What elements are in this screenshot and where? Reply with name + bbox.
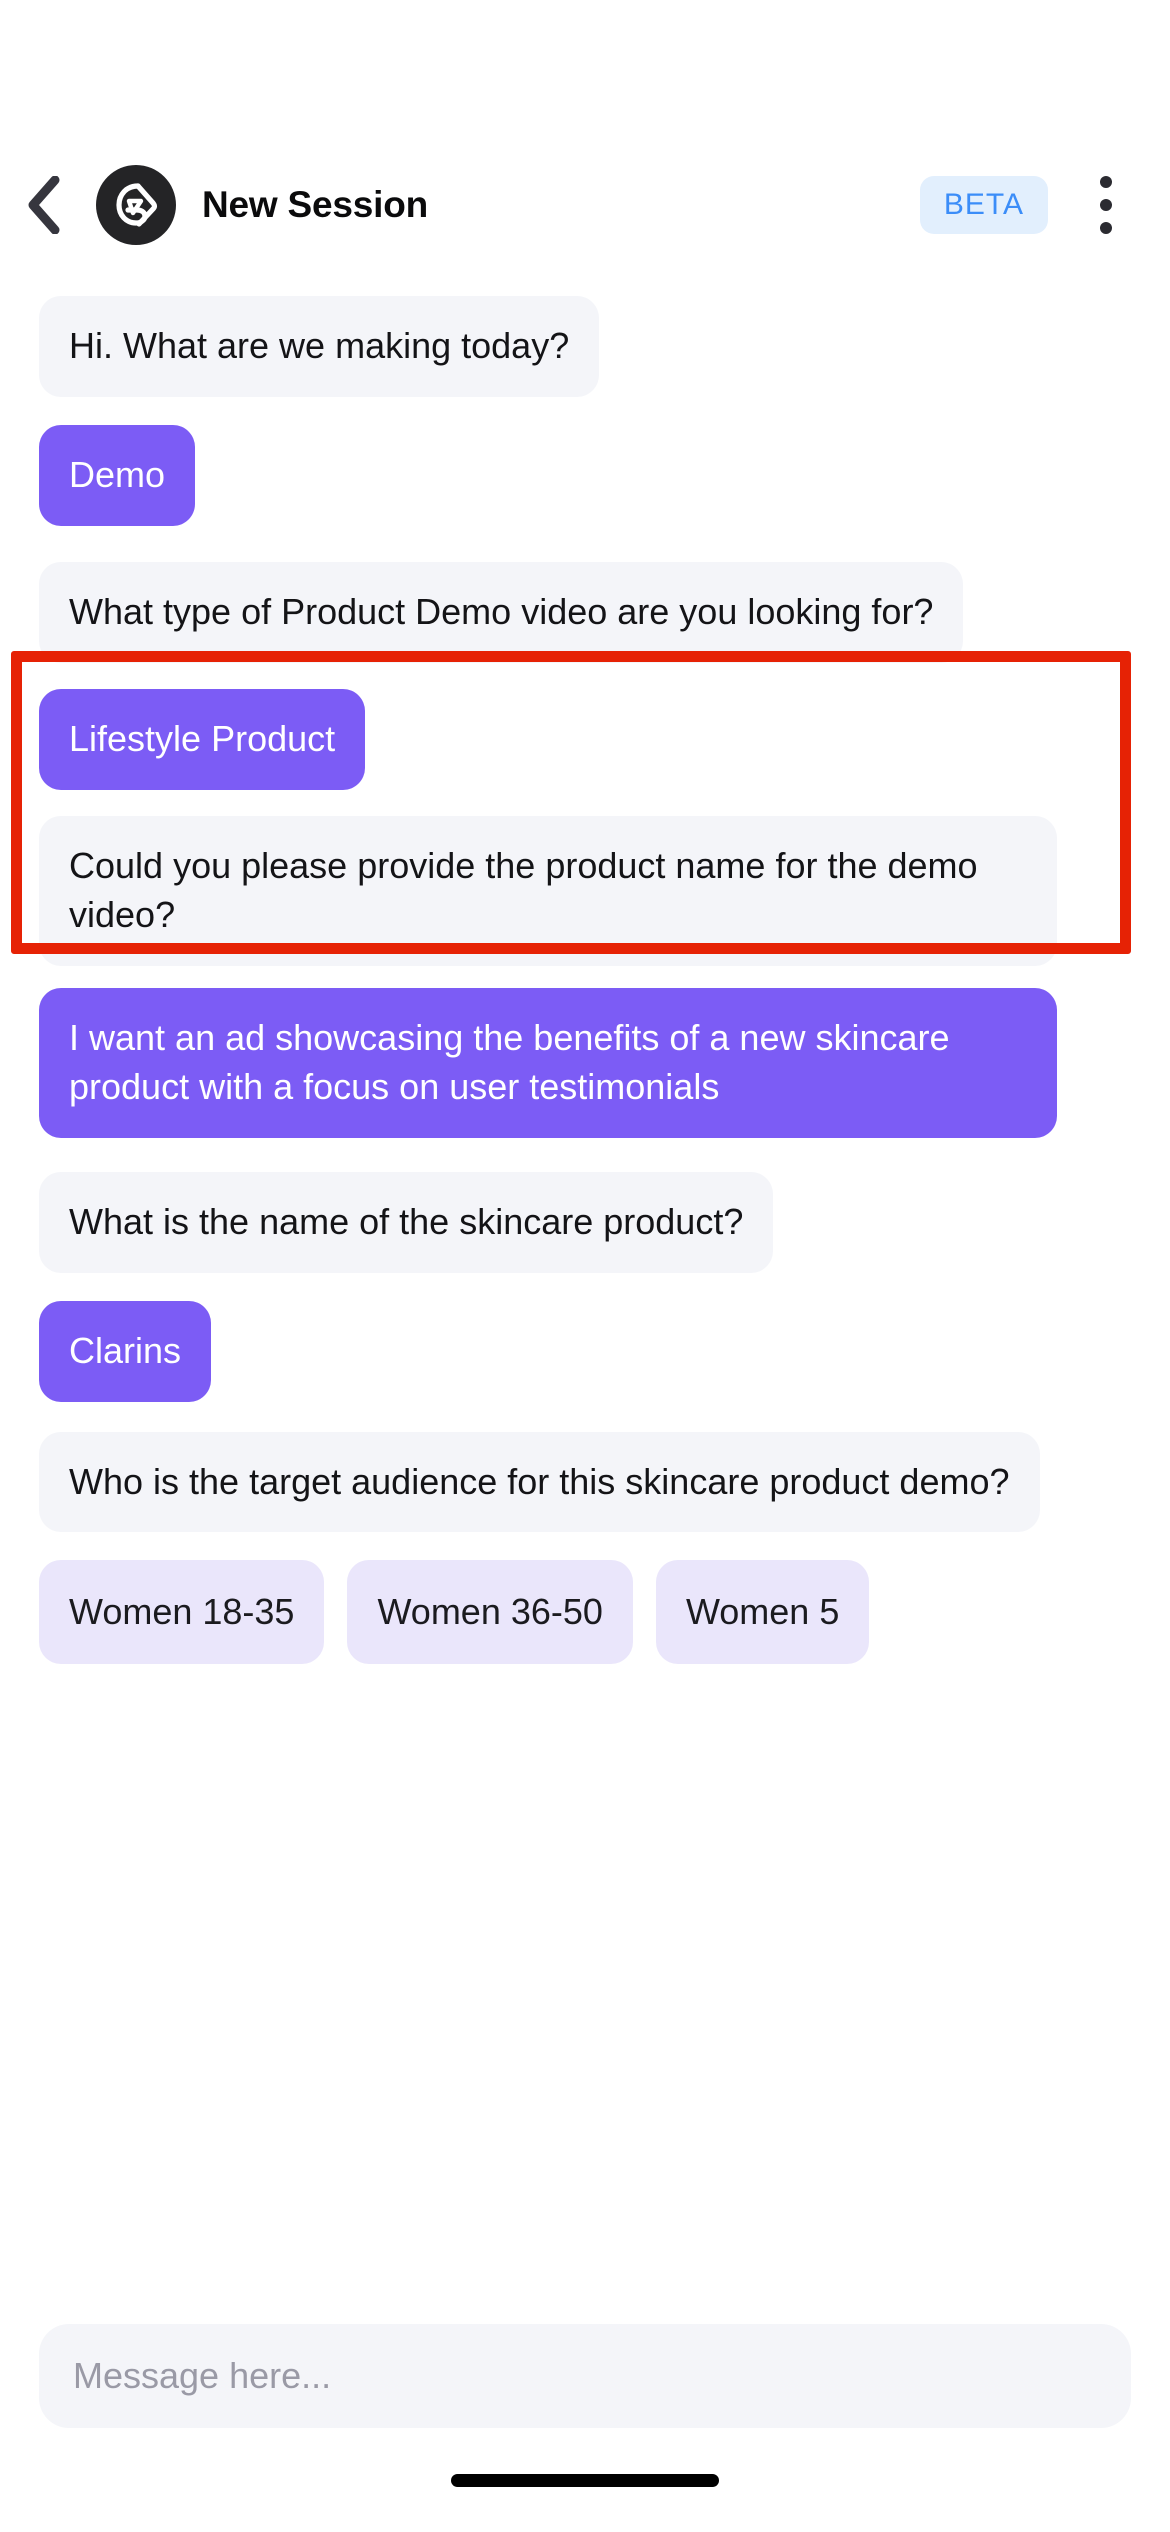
user-message-bubble: Clarins [39,1300,212,1402]
bot-message-bubble: Could you please provide the product nam… [39,815,1057,966]
message-input[interactable] [73,2355,1097,2397]
back-button[interactable] [26,175,78,235]
chat-message: What type of Product Demo video are you … [0,561,1170,663]
kebab-dot [1100,176,1112,188]
quick-reply-chip[interactable]: Women 5 [655,1560,870,1665]
bot-message-bubble: What is the name of the skincare product… [39,1171,774,1273]
chat-message: Clarins [0,1300,1170,1402]
message-input-container[interactable] [39,2324,1131,2428]
chat-top-spacer [0,260,1170,296]
chat-message: Hi. What are we making today? [0,296,1170,397]
chat-message: Demo [0,424,1170,526]
chat-message: I want an ad showcasing the benefits of … [0,987,1170,1138]
user-message-bubble: Demo [39,424,196,526]
chat-message: Lifestyle Product [0,688,1170,790]
chat-message: What is the name of the skincare product… [0,1171,1170,1273]
chat-message-list[interactable]: Hi. What are we making today? Demo What … [0,260,1170,2302]
bot-message-bubble: Who is the target audience for this skin… [39,1431,1040,1533]
bot-message-bubble: What type of Product Demo video are you … [39,561,964,663]
user-message-bubble: Lifestyle Product [39,688,366,790]
home-indicator [451,2473,719,2487]
status-badge: BETA [919,176,1048,234]
composer-area [0,2302,1170,2428]
app-screen: New Session BETA Hi. What are we making … [0,0,1170,2532]
chevron-left-icon [26,176,60,234]
chat-message: Who is the target audience for this skin… [0,1431,1170,1533]
bot-message-bubble: Hi. What are we making today? [39,296,600,397]
page-title: New Session [202,184,429,225]
kebab-dot [1100,222,1112,234]
home-indicator-area [0,2428,1170,2532]
kebab-dot [1100,199,1112,211]
chat-message: Could you please provide the product nam… [0,815,1170,966]
kebab-menu-icon[interactable] [1076,170,1136,240]
status-bar-spacer [0,0,1170,150]
app-logo-icon [96,165,176,245]
app-header: New Session BETA [0,150,1170,260]
quick-reply-list: Women 18-35 Women 36-50 Women 5 [0,1560,1170,1665]
user-message-bubble: I want an ad showcasing the benefits of … [39,987,1057,1138]
quick-reply-chip[interactable]: Women 18-35 [39,1560,325,1665]
quick-reply-chip[interactable]: Women 36-50 [347,1560,633,1665]
